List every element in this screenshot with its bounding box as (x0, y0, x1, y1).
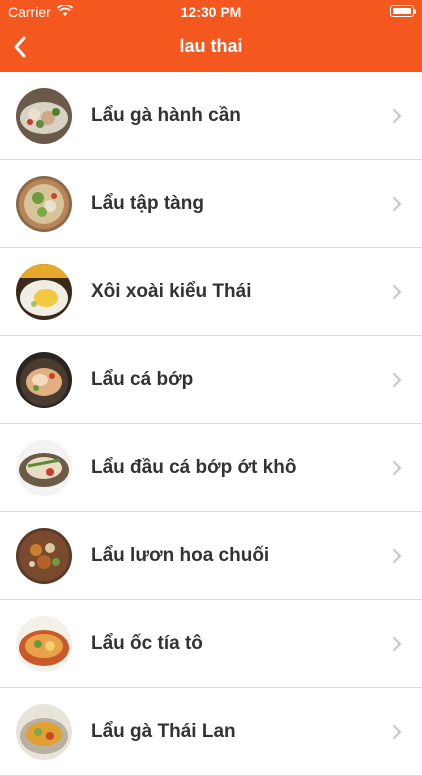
dish-thumbnail (16, 528, 72, 584)
list-item[interactable]: Lẩu lươn hoa chuối (0, 512, 422, 600)
status-time: 12:30 PM (180, 4, 242, 20)
item-title: Lẩu tập tàng (91, 193, 204, 214)
list-item[interactable]: Lẩu đầu cá bớp ớt khô (0, 424, 422, 512)
item-title: Lẩu cá bớp (91, 369, 194, 390)
dish-thumbnail (16, 352, 72, 408)
chevron-right-icon (393, 549, 402, 563)
list-item[interactable]: Lẩu gà hành cần (0, 72, 422, 160)
chevron-right-icon (393, 637, 402, 651)
list-item[interactable]: Lẩu cá bớp (0, 336, 422, 424)
battery-icon (390, 5, 416, 17)
battery-level (393, 8, 411, 14)
chevron-right-icon (393, 373, 402, 387)
dish-thumbnail (16, 176, 72, 232)
item-title: Lẩu lươn hoa chuối (91, 545, 270, 566)
item-title: Lẩu gà hành cần (91, 105, 241, 126)
chevron-right-icon (393, 725, 402, 739)
chevron-right-icon (393, 109, 402, 123)
page-title: lau thai (179, 36, 243, 56)
dish-thumbnail (16, 264, 72, 320)
list-item[interactable]: Lẩu tập tàng (0, 160, 422, 248)
item-title: Lẩu gà Thái Lan (91, 721, 236, 742)
item-title: Lẩu ốc tía tô (91, 633, 203, 654)
header: Carrier 12:30 PM lau thai (0, 0, 422, 72)
chevron-right-icon (393, 197, 402, 211)
list-item[interactable]: Lẩu ốc tía tô (0, 600, 422, 688)
status-bar: Carrier 12:30 PM (0, 0, 422, 24)
dish-thumbnail (16, 440, 72, 496)
dish-thumbnail (16, 704, 72, 760)
dish-thumbnail (16, 88, 72, 144)
item-title: Xôi xoài kiểu Thái (91, 281, 252, 302)
list-item[interactable]: Lẩu gà Thái Lan (0, 688, 422, 776)
list-item[interactable]: Xôi xoài kiểu Thái (0, 248, 422, 336)
chevron-right-icon (393, 285, 402, 299)
recipe-list: Lẩu gà hành cần Lẩu tập tàng Xôi xoài ki… (0, 72, 422, 776)
item-title: Lẩu đầu cá bớp ớt khô (91, 457, 297, 478)
navigation-bar: lau thai (0, 24, 422, 72)
chevron-right-icon (393, 461, 402, 475)
dish-thumbnail (16, 616, 72, 672)
